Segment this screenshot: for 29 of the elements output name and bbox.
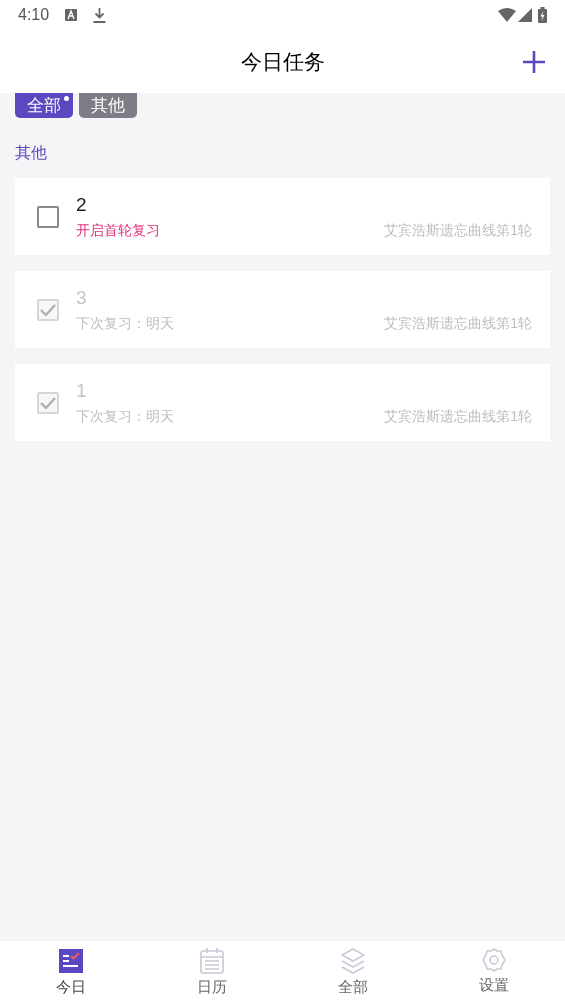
filter-chip[interactable]: 全部 [15, 93, 73, 118]
nav-tab[interactable]: 日历 [141, 941, 283, 1004]
task-status: 下次复习：明天 [76, 407, 174, 426]
wifi-icon [498, 8, 516, 22]
nav-tab[interactable]: 全部 [282, 941, 424, 1004]
task-plan: 艾宾浩斯遗忘曲线第1轮 [384, 407, 532, 426]
nav-tab[interactable]: 今日 [0, 941, 142, 1004]
add-button[interactable] [521, 49, 547, 75]
status-time: 4:10 [18, 5, 50, 25]
nav-tab[interactable]: 设置 [423, 941, 565, 1004]
task-status: 开启首轮复习 [76, 221, 160, 240]
task-status: 下次复习：明天 [76, 314, 174, 333]
task-plan: 艾宾浩斯遗忘曲线第1轮 [384, 314, 532, 333]
task-plan: 艾宾浩斯遗忘曲线第1轮 [384, 221, 532, 240]
filter-chip[interactable]: 其他 [79, 93, 137, 118]
check-icon [40, 396, 56, 409]
add-icon [522, 50, 546, 74]
download-icon [93, 7, 107, 23]
page-title: 今日任务 [240, 48, 325, 75]
keyboard-icon [65, 9, 78, 21]
task-title: 3 [76, 286, 88, 310]
check-icon [40, 303, 56, 316]
signal-icon [518, 8, 532, 22]
section-title: 其他 [14, 143, 48, 163]
task-title: 1 [76, 379, 88, 403]
task-title: 2 [76, 193, 88, 217]
task-card[interactable]: 2 开启首轮复习 艾宾浩斯遗忘曲线第1轮 [15, 178, 550, 255]
checkbox[interactable] [37, 205, 59, 228]
battery-icon [538, 7, 547, 23]
